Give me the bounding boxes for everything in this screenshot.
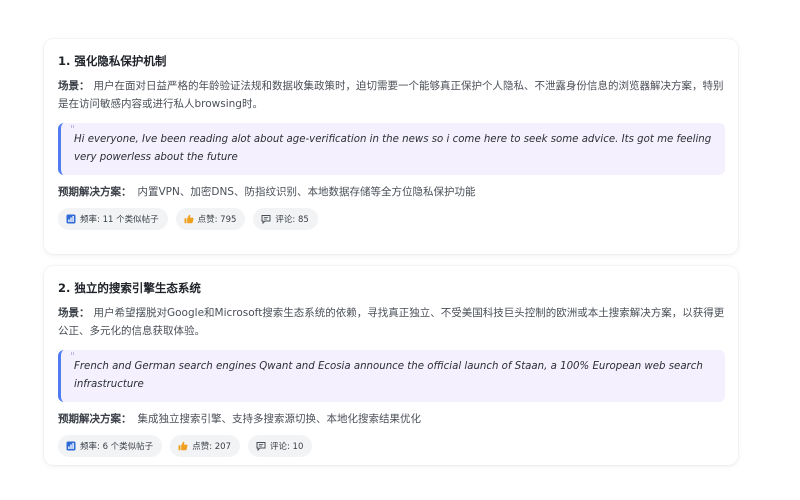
quote-mark-icon: " <box>70 123 76 136</box>
stats-badges: 频率: 6 个类似帖子 点赞: 207 评论: 10 <box>58 435 725 457</box>
quote-mark-icon: " <box>70 350 76 363</box>
comment-bubble-icon <box>256 442 266 451</box>
solution-line: 预期解决方案： 集成独立搜索引擎、支持多搜索源切换、本地化搜索结果优化 <box>58 411 725 427</box>
solution-text: 内置VPN、加密DNS、防指纹识别、本地数据存储等全方位隐私保护功能 <box>137 186 476 198</box>
quote-text: French and German search engines Qwant a… <box>74 361 703 390</box>
solution-label: 预期解决方案： <box>58 186 132 198</box>
comments-badge[interactable]: 评论: 85 <box>253 208 318 230</box>
scenario-label: 场景： <box>58 307 90 319</box>
scenario-paragraph: 场景： 用户在面对日益严格的年龄验证法规和数据收集政策时，迫切需要一个能够真正保护… <box>58 77 725 113</box>
user-quote: " Hi everyone, Ive been reading alot abo… <box>58 123 725 175</box>
likes-text: 点赞: 207 <box>192 442 231 452</box>
stats-badges: 频率: 11 个类似帖子 点赞: 795 评论: 85 <box>58 208 725 230</box>
card-title: 1. 强化隐私保护机制 <box>58 54 167 68</box>
solution-label: 预期解决方案： <box>58 413 132 425</box>
likes-badge[interactable]: 点赞: 795 <box>175 208 246 230</box>
frequency-badge[interactable]: 频率: 11 个类似帖子 <box>58 208 168 230</box>
need-card-2: 2. 独立的搜索引擎生态系统 场景： 用户希望摆脱对Google和Microsof… <box>44 266 738 465</box>
need-card-1: 1. 强化隐私保护机制 场景： 用户在面对日益严格的年龄验证法规和数据收集政策时，… <box>44 39 738 254</box>
user-quote: " French and German search engines Qwant… <box>58 350 725 402</box>
card-title: 2. 独立的搜索引擎生态系统 <box>58 281 201 295</box>
scenario-paragraph: 场景： 用户希望摆脱对Google和Microsoft搜索生态系统的依赖，寻找真正… <box>58 304 725 340</box>
frequency-chart-icon <box>66 214 76 224</box>
comments-text: 评论: 10 <box>269 442 304 452</box>
frequency-text: 频率: 11 个类似帖子 <box>80 215 159 225</box>
solution-text: 集成独立搜索引擎、支持多搜索源切换、本地化搜索结果优化 <box>137 413 422 425</box>
likes-text: 点赞: 795 <box>197 215 237 225</box>
thumbs-up-icon <box>184 214 194 224</box>
thumbs-up-icon <box>178 441 188 451</box>
frequency-chart-icon <box>66 441 76 451</box>
comments-text: 评论: 85 <box>275 215 309 225</box>
quote-text: Hi everyone, Ive been reading alot about… <box>74 134 712 163</box>
frequency-badge[interactable]: 频率: 6 个类似帖子 <box>58 435 163 457</box>
scenario-text: 用户希望摆脱对Google和Microsoft搜索生态系统的依赖，寻找真正独立、… <box>58 307 725 337</box>
comment-bubble-icon <box>261 215 271 224</box>
comments-badge[interactable]: 评论: 10 <box>247 435 313 457</box>
frequency-text: 频率: 6 个类似帖子 <box>80 442 154 452</box>
page: 1. 强化隐私保护机制 场景： 用户在面对日益严格的年龄验证法规和数据收集政策时，… <box>0 0 800 500</box>
scenario-label: 场景： <box>58 80 90 92</box>
solution-line: 预期解决方案： 内置VPN、加密DNS、防指纹识别、本地数据存储等全方位隐私保护功… <box>58 184 725 200</box>
scenario-text: 用户在面对日益严格的年龄验证法规和数据收集政策时，迫切需要一个能够真正保护个人隐… <box>58 80 724 110</box>
likes-badge[interactable]: 点赞: 207 <box>170 435 240 457</box>
